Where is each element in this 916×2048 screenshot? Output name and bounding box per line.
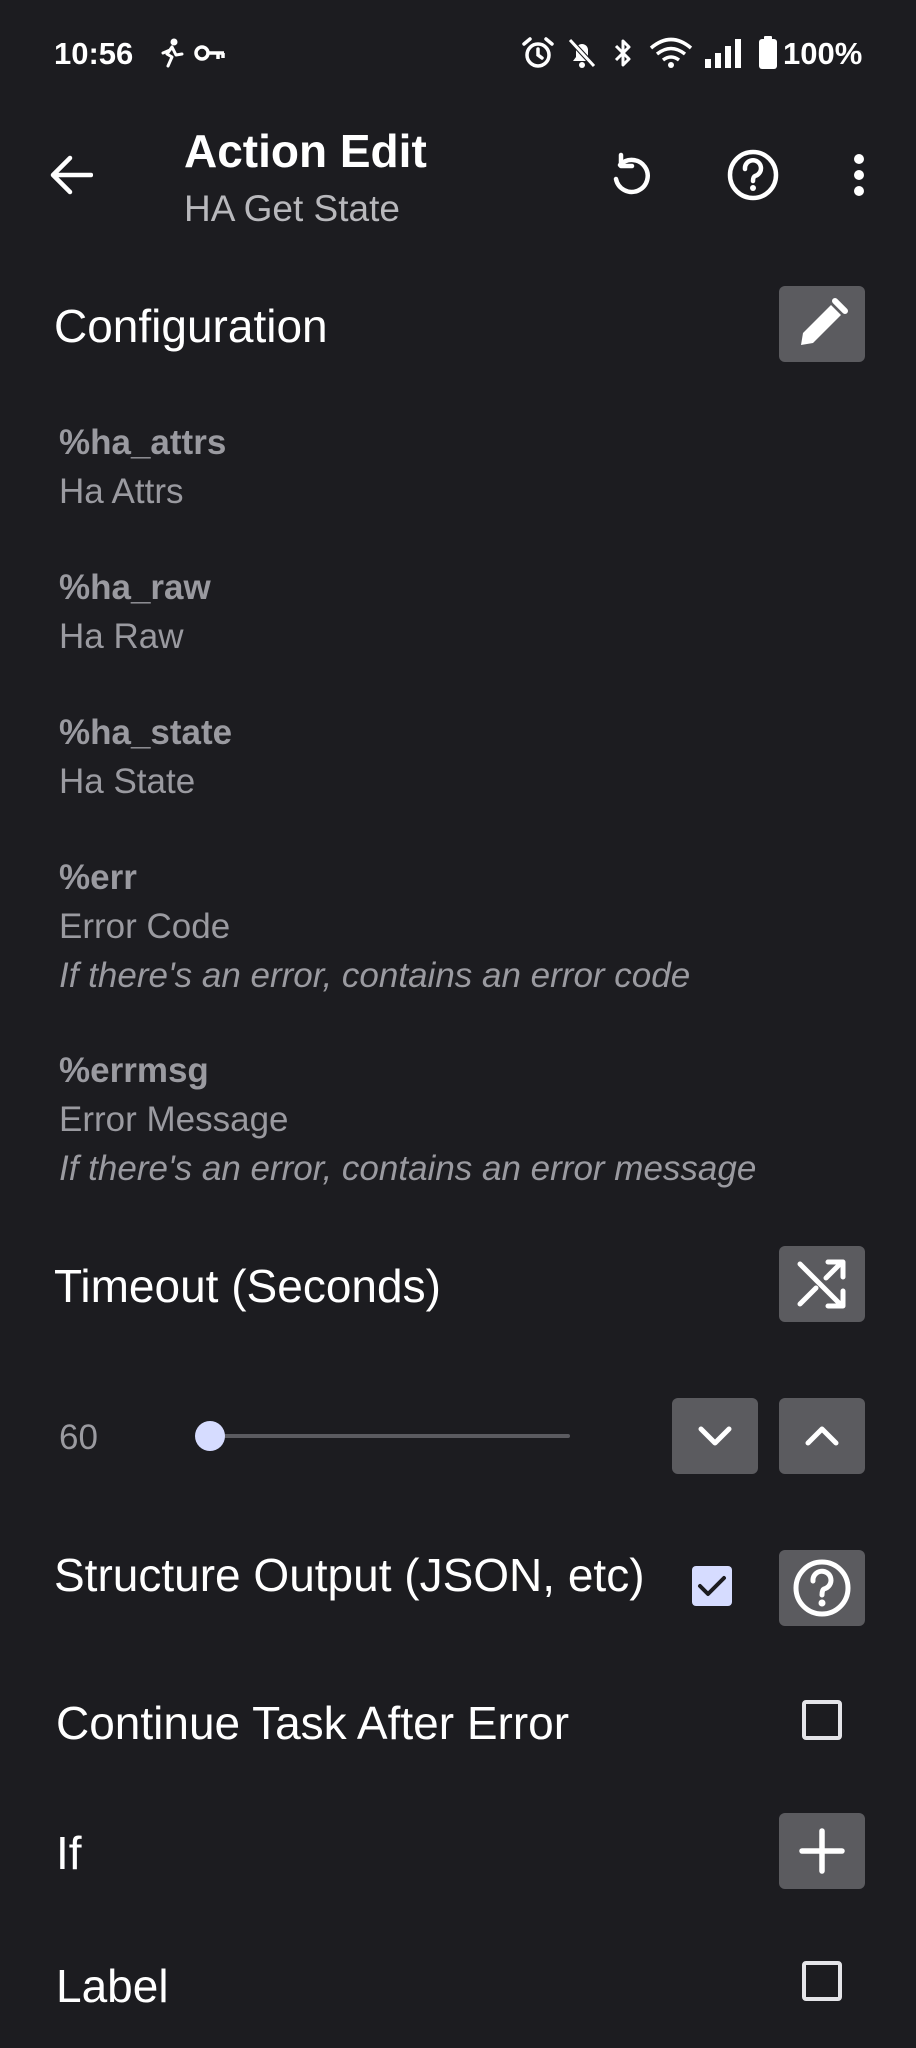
variable-label: Error Code — [59, 907, 231, 946]
if-label: If — [56, 1827, 82, 1879]
timeout-title: Timeout (Seconds) — [54, 1260, 441, 1312]
timeout-slider-thumb[interactable] — [195, 1421, 225, 1451]
status-bar: 10:56 100% — [0, 0, 916, 110]
status-time: 10:56 — [54, 36, 134, 71]
back-arrow-icon[interactable] — [38, 142, 104, 208]
page-title: Action Edit — [184, 125, 427, 177]
battery-icon — [757, 36, 779, 70]
variable-label: Error Message — [59, 1100, 289, 1139]
configuration-title: Configuration — [54, 300, 328, 352]
reset-icon[interactable] — [600, 144, 662, 206]
continue-after-error-label: Continue Task After Error — [56, 1697, 570, 1749]
structure-output-label: Structure Output (JSON, etc) — [54, 1549, 645, 1601]
label-checkbox[interactable] — [802, 1961, 842, 2001]
page-subtitle: HA Get State — [184, 188, 400, 229]
variable-name: %ha_state — [59, 713, 233, 752]
help-icon — [793, 1559, 851, 1617]
plus-icon — [799, 1828, 845, 1874]
key-icon — [194, 36, 226, 70]
label-row-label: Label — [56, 1960, 169, 2012]
variable-shuffle-icon — [797, 1259, 846, 1309]
add-condition-button[interactable] — [779, 1813, 865, 1889]
notifications-off-icon — [566, 36, 598, 70]
variable-description: If there's an error, contains an error c… — [59, 956, 691, 995]
continue-after-error-checkbox[interactable] — [802, 1700, 842, 1740]
variable-toggle-button[interactable] — [779, 1246, 865, 1322]
bluetooth-icon — [612, 36, 634, 70]
alarm-icon — [521, 36, 555, 70]
variable-name: %errmsg — [59, 1051, 209, 1090]
battery-percent: 100% — [783, 36, 863, 71]
chevron-up-icon — [805, 1426, 839, 1446]
edit-configuration-button[interactable] — [779, 286, 865, 362]
variable-name: %ha_raw — [59, 568, 211, 607]
chevron-down-icon — [698, 1426, 732, 1446]
checkmark-icon — [698, 1576, 726, 1596]
structure-output-help-button[interactable] — [779, 1550, 865, 1626]
timeout-slider[interactable] — [210, 1434, 570, 1438]
variable-name: %err — [59, 858, 137, 897]
variable-name: %ha_attrs — [59, 423, 227, 462]
structure-output-checkbox[interactable] — [692, 1566, 732, 1606]
variable-label: Ha State — [59, 762, 196, 801]
variable-label: Ha Attrs — [59, 472, 184, 511]
variable-label: Ha Raw — [59, 617, 184, 656]
overflow-menu-icon[interactable] — [840, 144, 878, 206]
help-icon[interactable] — [722, 144, 784, 206]
variable-description: If there's an error, contains an error m… — [59, 1149, 757, 1188]
signal-icon — [703, 36, 745, 70]
decrease-timeout-button[interactable] — [672, 1398, 758, 1474]
activity-icon — [156, 36, 186, 70]
increase-timeout-button[interactable] — [779, 1398, 865, 1474]
pencil-icon — [801, 298, 848, 345]
wifi-icon — [649, 36, 693, 70]
timeout-value: 60 — [59, 1418, 98, 1457]
